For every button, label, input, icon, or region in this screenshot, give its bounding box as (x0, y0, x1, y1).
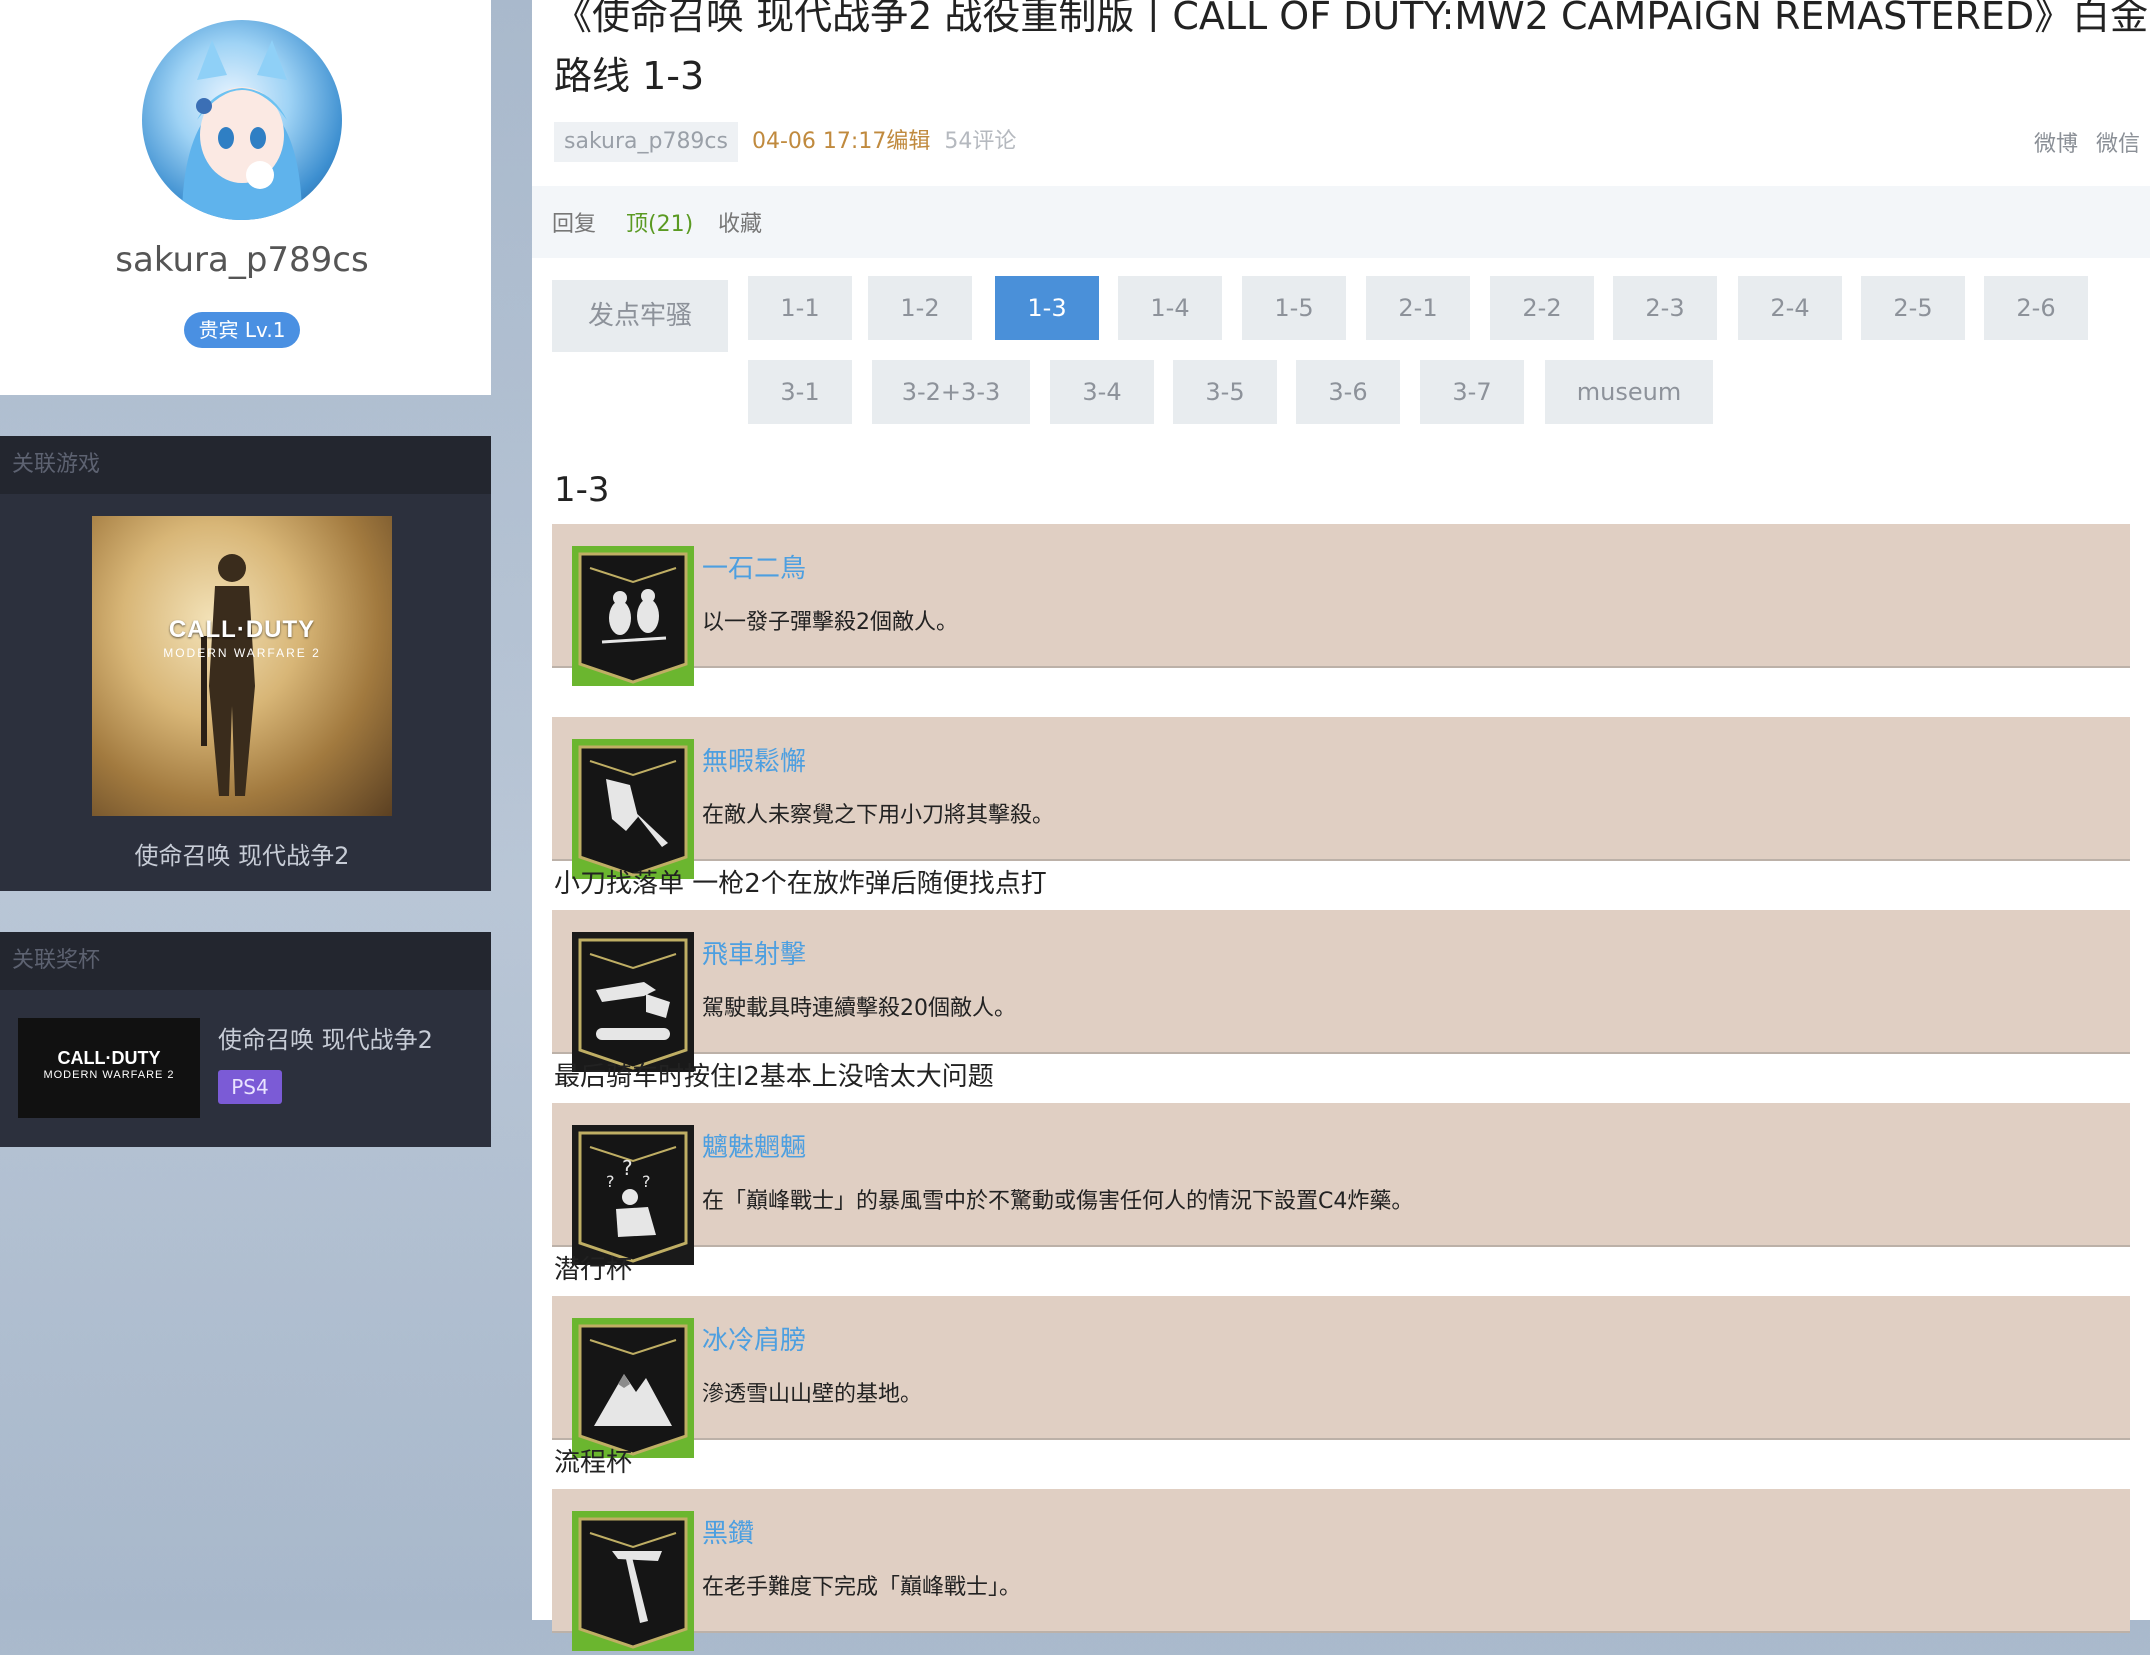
avatar[interactable] (142, 20, 342, 220)
tab-3-6[interactable]: 3-6 (1296, 360, 1400, 424)
username[interactable]: sakura_p789cs (0, 240, 484, 280)
tab-2-6[interactable]: 2-6 (1984, 276, 2088, 340)
achievement-description: 在「巔峰戰士」的暴風雪中於不驚動或傷害任何人的情況下設置C4炸藥。 (702, 1189, 1414, 1214)
article-title: 《使命召唤 现代战争2 战役重制版丨CALL OF DUTY:MW2 CAMPA… (554, 0, 2149, 98)
knife-stab-icon[interactable] (572, 739, 694, 879)
achievement-item: 飛車射擊駕駛載具時連續擊殺20個敵人。 (552, 910, 2130, 1072)
related-trophy-title: 关联奖杯 (0, 932, 491, 990)
achievement-note: 潜行杯 (554, 1255, 633, 1285)
achievement-name[interactable]: 魑魅魍魎 (702, 1127, 806, 1164)
svg-text:?: ? (642, 1172, 651, 1191)
achievement-item: 一石二鳥以一發子彈擊殺2個敵人。 (552, 524, 2130, 686)
achievement-item: 無暇鬆懈在敵人未察覺之下用小刀將其擊殺。 (552, 717, 2130, 879)
related-game-title: 关联游戏 (0, 436, 491, 494)
achievement-name[interactable]: 一石二鳥 (702, 548, 806, 585)
ice-axe-icon[interactable] (572, 1511, 694, 1651)
rant-button[interactable]: 发点牢骚 (552, 280, 728, 352)
trophy-thumbnail[interactable]: CALL·DUTY MODERN WARFARE 2 (18, 1018, 200, 1118)
game-cover-subtitle: MODERN WARFARE 2 (163, 646, 321, 660)
achievement-description: 以一發子彈擊殺2個敵人。 (702, 610, 958, 635)
vehicle-shooting-icon[interactable] (572, 932, 694, 1072)
achievement-description: 在敵人未察覺之下用小刀將其擊殺。 (702, 803, 1055, 828)
achievement-name[interactable]: 飛車射擊 (702, 934, 806, 971)
profile-card: sakura_p789cs 贵宾 Lv.1 (0, 0, 491, 395)
reply-button[interactable]: 回复 (552, 206, 596, 238)
platform-tag: PS4 (218, 1070, 282, 1104)
game-cover[interactable]: CALL·DUTY MODERN WARFARE 2 (92, 516, 392, 816)
svg-text:?: ? (622, 1156, 633, 1180)
tab-2-5[interactable]: 2-5 (1861, 276, 1965, 340)
trophy-thumb-title: CALL·DUTY (57, 1048, 161, 1068)
achievement-note: 小刀找落单 一枪2个在放炸弹后随便找点打 (554, 869, 1047, 899)
comment-count[interactable]: 54评论 (944, 129, 1016, 154)
edit-time: 04-06 17:17编辑 (752, 129, 931, 154)
achievement-description: 滲透雪山山壁的基地。 (702, 1382, 923, 1407)
tab-museum[interactable]: museum (1545, 360, 1713, 424)
section-title: 1-3 (554, 470, 610, 510)
achievement-item: 冰冷肩膀滲透雪山山壁的基地。 (552, 1296, 2130, 1458)
share-weibo[interactable]: 微博 (2034, 132, 2078, 157)
snow-mountain-icon[interactable] (572, 1318, 694, 1458)
tab-2-4[interactable]: 2-4 (1738, 276, 1842, 340)
favorite-button[interactable]: 收藏 (718, 206, 762, 238)
tab-3-1[interactable]: 3-1 (748, 360, 852, 424)
tab-2-3[interactable]: 2-3 (1613, 276, 1717, 340)
author-name[interactable]: sakura_p789cs (554, 122, 738, 162)
article-main: 《使命召唤 现代战争2 战役重制版丨CALL OF DUTY:MW2 CAMPA… (532, 0, 2150, 1651)
achievement-item: 黑鑽在老手難度下完成「巔峰戰士」。 (552, 1489, 2130, 1651)
related-game-panel: 关联游戏 CALL·DUTY MODERN WARFARE 2 使命召唤 现代战… (0, 436, 491, 891)
related-trophy-panel: 关联奖杯 CALL·DUTY MODERN WARFARE 2 使命召唤 现代战… (0, 932, 491, 1147)
game-name[interactable]: 使命召唤 现代战争2 (0, 836, 484, 871)
two-birds-icon[interactable] (572, 546, 694, 686)
achievement-description: 在老手難度下完成「巔峰戰士」。 (702, 1575, 1022, 1600)
tab-2-1[interactable]: 2-1 (1366, 276, 1470, 340)
achievement-name[interactable]: 黑鑽 (702, 1513, 754, 1550)
tab-3-5[interactable]: 3-5 (1173, 360, 1277, 424)
trophy-name[interactable]: 使命召唤 现代战争2 (218, 1020, 433, 1055)
tab-1-1[interactable]: 1-1 (748, 276, 852, 340)
upvote-button[interactable]: 顶(21) (626, 206, 693, 238)
article-meta: sakura_p789cs 04-06 17:17编辑 54评论 (554, 122, 1016, 162)
achievement-note: 流程杯 (554, 1448, 633, 1478)
tab-1-5[interactable]: 1-5 (1242, 276, 1346, 340)
actions-bar: 回复 顶(21) 收藏 (532, 186, 2150, 258)
svg-text:?: ? (606, 1172, 615, 1191)
tab-3-7[interactable]: 3-7 (1420, 360, 1524, 424)
stealth-soldier-icon[interactable]: ??? (572, 1125, 694, 1265)
achievement-item: ??? 魑魅魍魎 在「巔峰戰士」的暴風雪中於不驚動或傷害任何人的情況下設置C4炸藥。 (552, 1103, 2130, 1265)
game-cover-title: CALL·DUTY (168, 616, 316, 643)
tab-1-3[interactable]: 1-3 (995, 276, 1099, 340)
achievement-name[interactable]: 無暇鬆懈 (702, 741, 806, 778)
share-wechat[interactable]: 微信 (2096, 132, 2140, 157)
tab-3-4[interactable]: 3-4 (1050, 360, 1154, 424)
trophy-thumb-subtitle: MODERN WARFARE 2 (43, 1069, 175, 1081)
achievement-description: 駕駛載具時連續擊殺20個敵人。 (702, 996, 1016, 1021)
achievement-name[interactable]: 冰冷肩膀 (702, 1320, 806, 1357)
tab-3-2+3-3[interactable]: 3-2+3-3 (872, 360, 1030, 424)
level-badge: 贵宾 Lv.1 (184, 312, 300, 348)
soldier-icon (201, 554, 255, 796)
share-links: 微博 微信 (2016, 126, 2140, 158)
tab-1-4[interactable]: 1-4 (1118, 276, 1222, 340)
achievement-note: 最后骑车时按住l2基本上没啥太大问题 (554, 1062, 994, 1092)
tab-1-2[interactable]: 1-2 (868, 276, 972, 340)
tab-2-2[interactable]: 2-2 (1490, 276, 1594, 340)
